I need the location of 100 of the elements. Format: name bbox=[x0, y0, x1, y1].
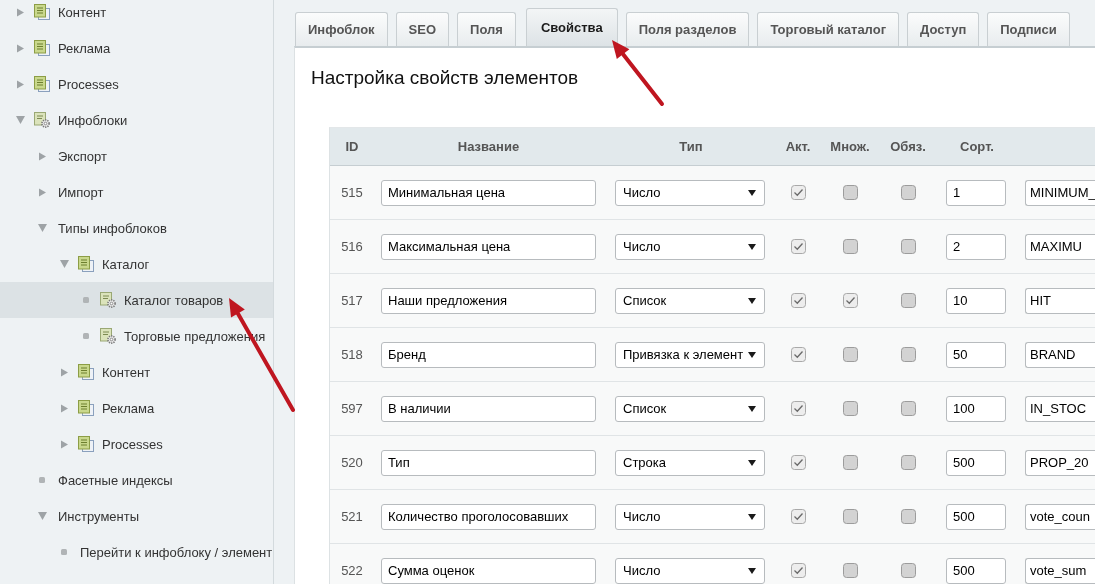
type-select[interactable]: Число bbox=[615, 233, 765, 260]
checkbox[interactable] bbox=[790, 239, 806, 254]
tree-item[interactable]: Каталог bbox=[0, 246, 273, 282]
name-field[interactable]: Минимальная цена bbox=[381, 179, 596, 206]
sort-field[interactable]: 1 bbox=[946, 179, 1006, 206]
sort-field[interactable]: 500 bbox=[946, 557, 1006, 584]
caret-down-icon[interactable] bbox=[37, 224, 47, 232]
type-select[interactable]: Число bbox=[615, 179, 765, 206]
code-field[interactable]: vote_sum bbox=[1025, 557, 1095, 584]
sort-field[interactable]: 100 bbox=[946, 395, 1006, 422]
tree-item[interactable]: Инструменты bbox=[0, 498, 273, 534]
tree-item[interactable]: Экспорт bbox=[0, 138, 273, 174]
document-list-icon bbox=[34, 4, 50, 20]
sort-field[interactable]: 500 bbox=[946, 503, 1006, 530]
checkbox[interactable] bbox=[790, 563, 806, 578]
caret-right-icon[interactable] bbox=[16, 43, 24, 53]
property-id: 518 bbox=[341, 347, 363, 362]
caret-down-icon[interactable] bbox=[37, 512, 47, 520]
tab[interactable]: Поля разделов bbox=[625, 12, 750, 46]
type-select[interactable]: Список bbox=[615, 395, 765, 422]
checkbox[interactable] bbox=[842, 347, 858, 362]
type-select[interactable]: Число bbox=[615, 557, 765, 584]
property-id: 520 bbox=[341, 455, 363, 470]
tab[interactable]: Поля bbox=[457, 12, 516, 46]
tree-item[interactable]: Реклама bbox=[0, 30, 273, 66]
code-field[interactable]: MAXIMU bbox=[1025, 233, 1095, 260]
caret-right-icon[interactable] bbox=[60, 439, 68, 449]
tree-item[interactable]: Каталог товаров bbox=[0, 282, 273, 318]
checkbox[interactable] bbox=[842, 563, 858, 578]
caret-right-icon[interactable] bbox=[60, 367, 68, 377]
caret-right-icon[interactable] bbox=[16, 7, 24, 17]
property-id: 515 bbox=[341, 185, 363, 200]
checkbox[interactable] bbox=[900, 347, 916, 362]
tree-item[interactable]: Фасетные индексы bbox=[0, 462, 273, 498]
column-header: Акт. bbox=[785, 139, 811, 154]
sort-field[interactable]: 50 bbox=[946, 341, 1006, 368]
checkbox[interactable] bbox=[900, 563, 916, 578]
name-field[interactable]: Количество проголосовавших bbox=[381, 503, 596, 530]
caret-icon bbox=[748, 297, 756, 304]
checkbox[interactable] bbox=[842, 239, 858, 254]
type-select[interactable]: Привязка к элемент bbox=[615, 341, 765, 368]
code-field[interactable]: BRAND bbox=[1025, 341, 1095, 368]
tree-item[interactable]: Контент bbox=[0, 0, 273, 30]
name-field[interactable]: Бренд bbox=[381, 341, 596, 368]
caret-right-icon[interactable] bbox=[38, 151, 46, 161]
tab[interactable]: Подписи bbox=[987, 12, 1070, 46]
type-select[interactable]: Число bbox=[615, 503, 765, 530]
caret-right-icon[interactable] bbox=[60, 403, 68, 413]
tab[interactable]: Торговый каталог bbox=[757, 12, 900, 46]
sort-field[interactable]: 10 bbox=[946, 287, 1006, 314]
tree-item[interactable]: Processes bbox=[0, 66, 273, 102]
checkbox[interactable] bbox=[790, 293, 806, 308]
checkbox[interactable] bbox=[790, 185, 806, 200]
type-select[interactable]: Список bbox=[615, 287, 765, 314]
code-field[interactable]: vote_coun bbox=[1025, 503, 1095, 530]
type-select[interactable]: Строка bbox=[615, 449, 765, 476]
tree-item[interactable]: Реклама bbox=[0, 390, 273, 426]
tab[interactable]: Свойства bbox=[525, 8, 618, 46]
checkbox[interactable] bbox=[900, 455, 916, 470]
tree-item[interactable]: Импорт bbox=[0, 174, 273, 210]
caret-down-icon[interactable] bbox=[59, 260, 69, 268]
tree-item[interactable]: Контент bbox=[0, 354, 273, 390]
checkbox[interactable] bbox=[900, 509, 916, 524]
column-header: ID bbox=[345, 139, 359, 154]
name-field[interactable]: Максимальная цена bbox=[381, 233, 596, 260]
checkbox[interactable] bbox=[900, 185, 916, 200]
checkbox[interactable] bbox=[790, 509, 806, 524]
caret-right-icon[interactable] bbox=[16, 79, 24, 89]
sort-field[interactable]: 2 bbox=[946, 233, 1006, 260]
checkbox[interactable] bbox=[842, 509, 858, 524]
caret-down-icon[interactable] bbox=[15, 116, 25, 124]
checkbox[interactable] bbox=[790, 347, 806, 362]
checkbox[interactable] bbox=[842, 455, 858, 470]
tree-item[interactable]: Перейти к инфоблоку / элемент bbox=[0, 534, 273, 570]
checkbox[interactable] bbox=[842, 401, 858, 416]
checkbox[interactable] bbox=[790, 455, 806, 470]
column-header: Тип bbox=[679, 139, 703, 154]
name-field[interactable]: Сумма оценок bbox=[381, 557, 596, 584]
code-field[interactable]: HIT bbox=[1025, 287, 1095, 314]
tree-item[interactable]: Инфоблоки bbox=[0, 102, 273, 138]
checkbox[interactable] bbox=[900, 239, 916, 254]
code-field[interactable]: IN_STOC bbox=[1025, 395, 1095, 422]
tab[interactable]: Инфоблок bbox=[295, 12, 388, 46]
tab[interactable]: Доступ bbox=[907, 12, 980, 46]
checkbox[interactable] bbox=[900, 293, 916, 308]
tree-item[interactable]: Processes bbox=[0, 426, 273, 462]
checkbox[interactable] bbox=[790, 401, 806, 416]
tab[interactable]: SEO bbox=[395, 12, 450, 46]
checkbox[interactable] bbox=[842, 293, 858, 308]
code-field[interactable]: MINIMUM_ bbox=[1025, 179, 1095, 206]
name-field[interactable]: Наши предложения bbox=[381, 287, 596, 314]
checkbox[interactable] bbox=[842, 185, 858, 200]
code-field[interactable]: PROP_20 bbox=[1025, 449, 1095, 476]
name-field[interactable]: Тип bbox=[381, 449, 596, 476]
sort-field[interactable]: 500 bbox=[946, 449, 1006, 476]
caret-right-icon[interactable] bbox=[38, 187, 46, 197]
name-field[interactable]: В наличии bbox=[381, 395, 596, 422]
checkbox[interactable] bbox=[900, 401, 916, 416]
document-list-icon bbox=[34, 76, 50, 92]
tree-item[interactable]: Типы инфоблоков bbox=[0, 210, 273, 246]
